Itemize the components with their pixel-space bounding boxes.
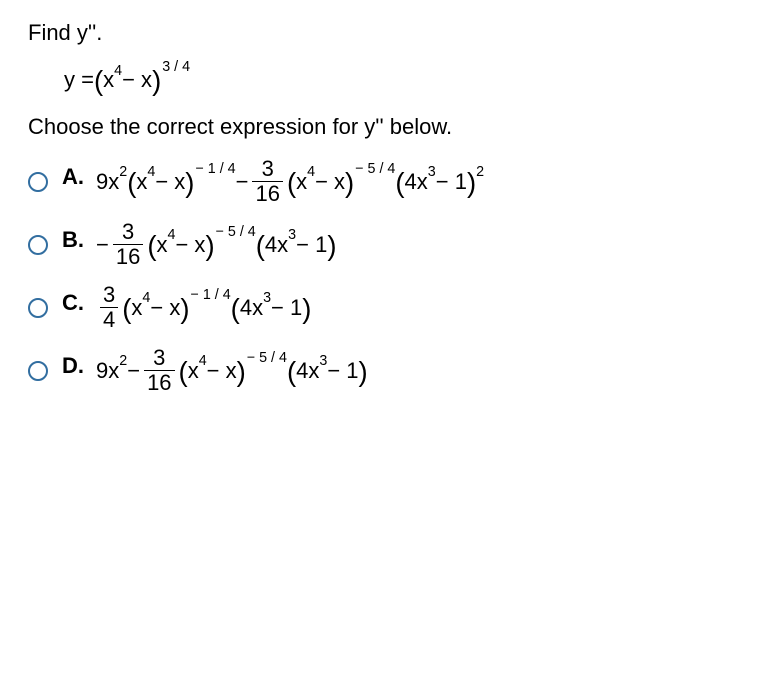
radio-icon[interactable]	[28, 235, 48, 255]
options-container: A. 9x2 (x4 − x) − 1 / 4 − 316 (x4 − x) −…	[28, 158, 730, 394]
option-letter: D.	[62, 347, 96, 379]
option-a[interactable]: A. 9x2 (x4 − x) − 1 / 4 − 316 (x4 − x) −…	[28, 158, 730, 205]
option-d[interactable]: D. 9x2 − 316 (x4 − x) − 5 / 4 (4x3 − 1)	[28, 347, 730, 394]
instruction-text: Choose the correct expression for y'' be…	[28, 114, 730, 140]
option-expression: − 316 (x4 − x) − 5 / 4 (4x3 − 1)	[96, 221, 337, 268]
radio-icon[interactable]	[28, 361, 48, 381]
option-letter: C.	[62, 284, 96, 316]
option-b[interactable]: B. − 316 (x4 − x) − 5 / 4 (4x3 − 1)	[28, 221, 730, 268]
option-c[interactable]: C. 34 (x4 − x) − 1 / 4 (4x3 − 1)	[28, 284, 730, 331]
radio-icon[interactable]	[28, 172, 48, 192]
option-letter: A.	[62, 158, 96, 190]
option-expression: 9x2 − 316 (x4 − x) − 5 / 4 (4x3 − 1)	[96, 347, 368, 394]
radio-icon[interactable]	[28, 298, 48, 318]
prompt-text: Find y''.	[28, 20, 730, 46]
option-expression: 9x2 (x4 − x) − 1 / 4 − 316 (x4 − x) − 5 …	[96, 158, 484, 205]
option-expression: 34 (x4 − x) − 1 / 4 (4x3 − 1)	[96, 284, 311, 331]
equation-math: y = (x4 − x)3 / 4	[64, 64, 190, 96]
option-letter: B.	[62, 221, 96, 253]
given-equation: y = (x4 − x)3 / 4	[64, 64, 730, 96]
